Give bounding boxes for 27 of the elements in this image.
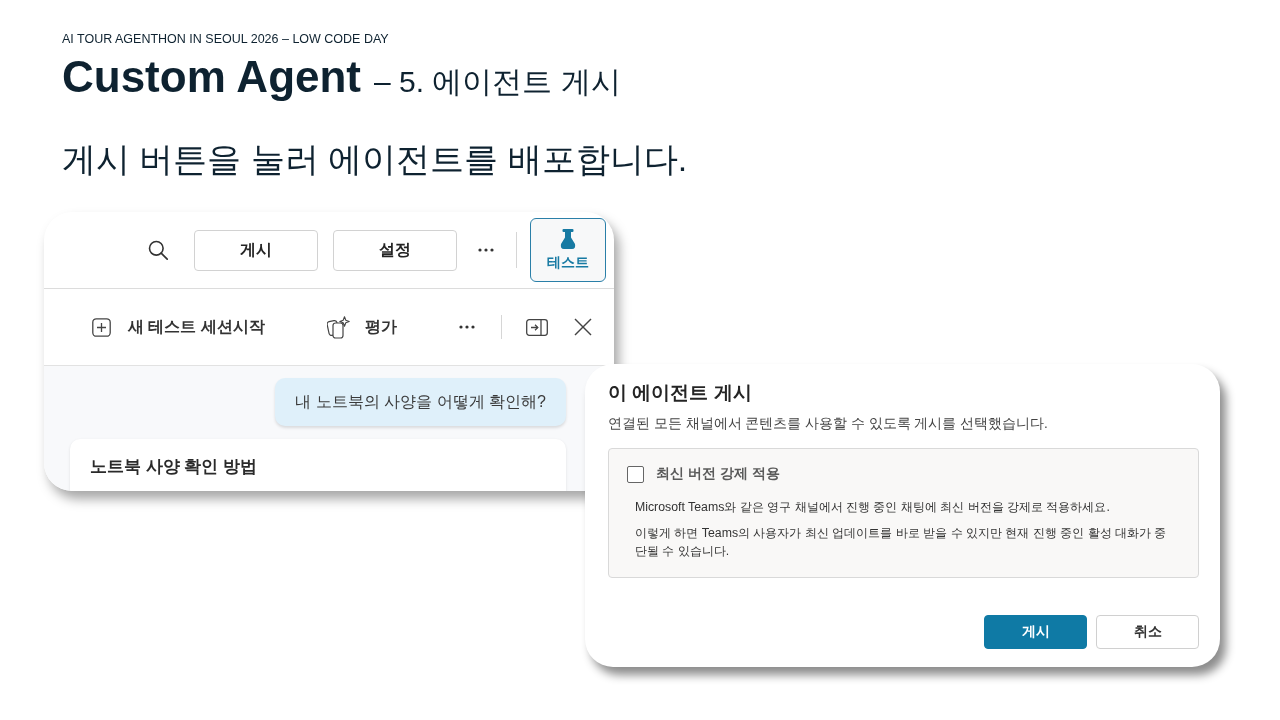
toolbar-button[interactable]: 설정 [333, 229, 457, 271]
test-button[interactable]: 테스트 [530, 218, 606, 282]
close-icon[interactable] [573, 318, 592, 336]
evaluate-button[interactable]: 평가 [326, 315, 397, 339]
side-panel-icon[interactable] [525, 318, 548, 336]
more-icon[interactable] [458, 325, 475, 329]
page-subtitle: – 5. 에이전트 게시 [374, 64, 621, 100]
event-label: AI TOUR AGENTHON IN SEOUL 2026 – LOW CODE DAY [62, 31, 390, 47]
more-icon[interactable] [478, 248, 494, 252]
toolbar-button[interactable]: 게시 [194, 229, 318, 271]
option-label: 최신 버전 강제 적용 [656, 465, 780, 483]
page-title: Custom Agent [62, 51, 362, 103]
dialog-description: 연결된 모든 채널에서 콘텐츠를 사용할 수 있도록 게시를 선택했습니다. [608, 415, 1049, 433]
option-description: Microsoft Teams와 같은 영구 채널에서 진행 중인 채팅에 최신 버전을 강제로 적용하세요. [635, 499, 1111, 516]
search-icon[interactable] [148, 240, 168, 260]
user-message-bubble: 내 노트북의 사양을 어떻게 확인해? [275, 378, 566, 426]
new-session-button[interactable]: 새 테스트 세션시작 [92, 316, 265, 338]
cancel-button[interactable]: 취소 [1096, 615, 1199, 649]
headline: 게시 버튼을 눌러 에이전트를 배포합니다. [62, 139, 689, 180]
flask-icon [560, 228, 576, 249]
checkbox[interactable] [627, 465, 644, 483]
response-title: 노트북 사양 확인 방법 [90, 456, 259, 478]
option-description: 이렇게 하면 Teams의 사용자가 최신 업데이트를 바로 받을 수 있지만 현재 진행 중인 활성 대화가 중단될 수 있습니다. [635, 525, 1168, 560]
sparkle-cards-icon [326, 315, 350, 339]
dialog-title: 이 에이전트 게시 [608, 381, 753, 405]
plus-icon [92, 317, 111, 337]
publish-button[interactable]: 게시 [984, 615, 1087, 649]
